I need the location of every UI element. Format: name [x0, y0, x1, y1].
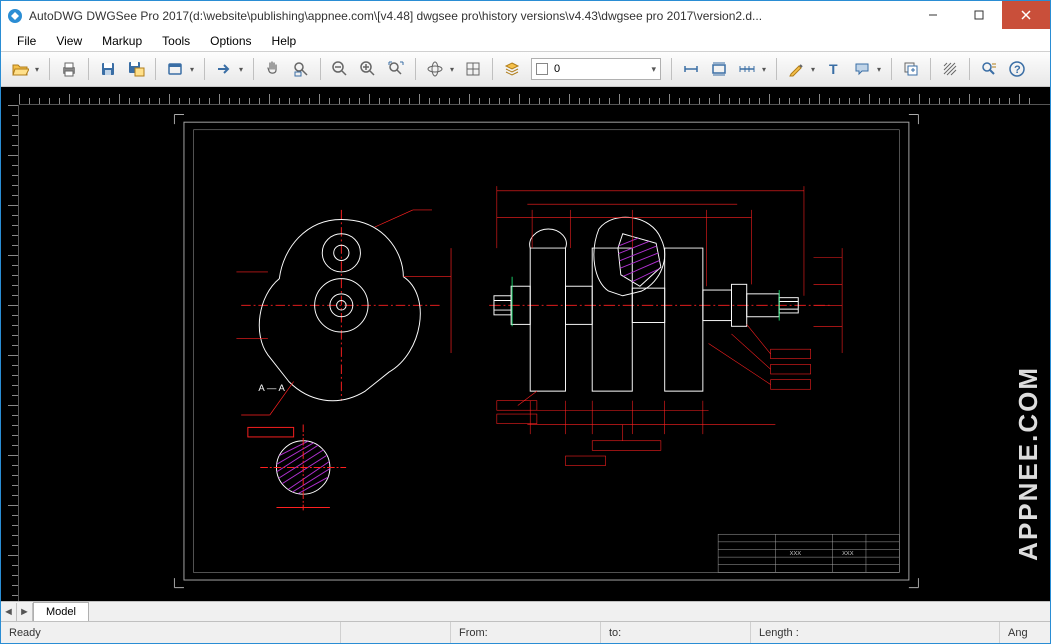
menu-help[interactable]: Help: [264, 32, 305, 50]
statusbar: Ready From: to: Length : Ang: [1, 621, 1050, 643]
zoom-out-button[interactable]: [327, 56, 353, 82]
toolbar: ▾ ▾ ▾ ▾ 0 ▾ ▾ ▾ T ▾ ?: [1, 51, 1050, 87]
zoom-in-button[interactable]: [355, 56, 381, 82]
hatch-button[interactable]: [937, 56, 963, 82]
status-coords: [341, 622, 451, 643]
export-button[interactable]: [211, 56, 237, 82]
copy-view-button[interactable]: [898, 56, 924, 82]
comment-button[interactable]: [849, 56, 875, 82]
layer-name: 0: [554, 63, 560, 75]
zoom-extents-button[interactable]: [383, 56, 409, 82]
find-button[interactable]: [976, 56, 1002, 82]
tab-next-button[interactable]: ►: [17, 603, 33, 621]
view3d-button[interactable]: [422, 56, 448, 82]
minimize-button[interactable]: [910, 1, 956, 29]
window-controls: [910, 1, 1050, 31]
save-button[interactable]: [95, 56, 121, 82]
pan-button[interactable]: [260, 56, 286, 82]
export-dropdown[interactable]: ▾: [239, 65, 247, 74]
menu-options[interactable]: Options: [202, 32, 259, 50]
svg-text:?: ?: [1014, 64, 1021, 76]
measure-distance-button[interactable]: [678, 56, 704, 82]
ruler-horizontal[interactable]: [19, 87, 1050, 105]
saveas-button[interactable]: [123, 56, 149, 82]
status-ang: Ang: [1000, 622, 1050, 643]
help-button[interactable]: ?: [1004, 56, 1030, 82]
layer-selector[interactable]: 0 ▾: [531, 58, 661, 80]
tab-model[interactable]: Model: [33, 602, 89, 621]
status-to: to:: [601, 622, 751, 643]
titleblock-field1: XXX: [790, 551, 802, 557]
markup-draw-button[interactable]: [783, 56, 809, 82]
titleblock-field2: XXX: [842, 551, 854, 557]
cad-drawing: XXX XXX A: [19, 105, 1050, 601]
zoom-window-button[interactable]: [288, 56, 314, 82]
window-title: AutoDWG DWGSee Pro 2017(d:\website\publi…: [29, 9, 910, 23]
tab-strip: ◄ ► Model: [1, 601, 1050, 621]
menu-view[interactable]: View: [48, 32, 90, 50]
menu-markup[interactable]: Markup: [94, 32, 150, 50]
layer-color-swatch: [536, 63, 548, 75]
measure-area-button[interactable]: [706, 56, 732, 82]
print-button[interactable]: [56, 56, 82, 82]
measure-dropdown[interactable]: ▾: [762, 65, 770, 74]
layout-button[interactable]: [460, 56, 486, 82]
browser-button[interactable]: [162, 56, 188, 82]
text-button[interactable]: T: [821, 56, 847, 82]
view3d-dropdown[interactable]: ▾: [450, 65, 458, 74]
tab-model-label: Model: [46, 606, 76, 618]
titlebar: AutoDWG DWGSee Pro 2017(d:\website\publi…: [1, 1, 1050, 31]
layers-button[interactable]: [499, 56, 525, 82]
status-ready: Ready: [1, 622, 341, 643]
browser-dropdown[interactable]: ▾: [190, 65, 198, 74]
measure-continuous-button[interactable]: [734, 56, 760, 82]
app-icon: [7, 8, 23, 24]
menu-tools[interactable]: Tools: [154, 32, 198, 50]
section-label: A — A: [258, 383, 285, 394]
menu-file[interactable]: File: [9, 32, 44, 50]
chevron-down-icon: ▾: [651, 64, 656, 75]
comment-dropdown[interactable]: ▾: [877, 65, 885, 74]
tab-prev-button[interactable]: ◄: [1, 603, 17, 621]
menubar: File View Markup Tools Options Help: [1, 31, 1050, 51]
open-button[interactable]: [7, 56, 33, 82]
status-from: From:: [451, 622, 601, 643]
open-dropdown[interactable]: ▾: [35, 65, 43, 74]
canvas-area: XXX XXX A: [1, 87, 1050, 601]
close-button[interactable]: [1002, 1, 1050, 29]
markup-draw-dropdown[interactable]: ▾: [811, 65, 819, 74]
svg-text:T: T: [829, 61, 838, 77]
ruler-vertical[interactable]: [1, 105, 19, 601]
drawing-viewport[interactable]: XXX XXX A: [19, 105, 1050, 601]
maximize-button[interactable]: [956, 1, 1002, 29]
status-length: Length :: [751, 622, 1000, 643]
